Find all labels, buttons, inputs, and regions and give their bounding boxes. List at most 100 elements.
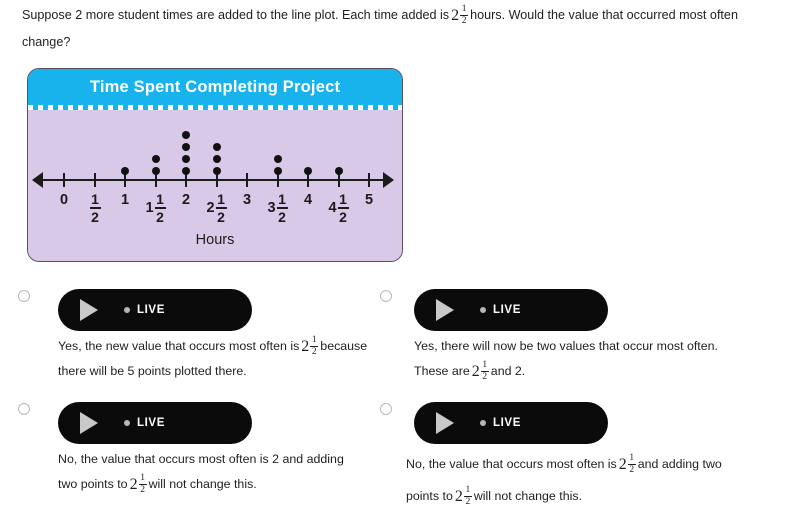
axis-tick-label: 12	[89, 192, 101, 224]
plot-dot	[334, 167, 343, 175]
line-plot-title: Time Spent Completing Project	[89, 77, 341, 96]
axis-arrow-right-icon	[383, 172, 394, 188]
play-icon[interactable]	[80, 299, 98, 321]
live-label: LIVE	[137, 417, 165, 429]
audio-player-option-c[interactable]: LIVE	[58, 402, 252, 444]
fraction-denominator: 2	[311, 347, 317, 358]
plot-dot	[273, 155, 282, 163]
fraction-numerator: 1	[217, 191, 225, 207]
fraction-denominator: 2	[140, 485, 145, 496]
option-d-text-after: will not change this.	[473, 489, 582, 503]
axis-tick	[124, 173, 126, 187]
plot-dot	[151, 167, 160, 175]
fraction-numerator: 1	[339, 191, 347, 207]
fraction: 12	[460, 3, 469, 27]
radio-option-d[interactable]	[380, 403, 392, 415]
fraction: 12	[276, 191, 288, 225]
question-mixed-number: 212	[451, 3, 469, 27]
option-a-text-before: Yes, the new value that occurs most ofte…	[58, 339, 300, 353]
live-dot-icon	[480, 420, 486, 426]
fraction: 12	[154, 191, 166, 225]
mixed-number-whole: 4	[328, 199, 337, 216]
fraction-numerator: 1	[461, 3, 467, 14]
axis-caption: Hours	[195, 232, 235, 248]
mixed-number-whole: 2	[129, 475, 138, 493]
play-icon[interactable]	[436, 299, 454, 321]
mixed-number-whole: 2	[206, 199, 215, 216]
radio-option-a[interactable]	[18, 290, 30, 302]
fraction-denominator: 2	[278, 208, 286, 225]
fraction-denominator: 2	[156, 208, 164, 225]
option-a-text: Yes, the new value that occurs most ofte…	[58, 334, 368, 384]
fraction-denominator: 2	[91, 208, 99, 225]
live-label: LIVE	[137, 304, 165, 316]
plot-dot	[212, 155, 221, 163]
live-indicator: LIVE	[480, 417, 521, 429]
axis-tick-label: 112	[145, 191, 166, 225]
fraction: 12	[138, 473, 147, 496]
axis-tick-label: 312	[267, 191, 288, 225]
axis-line	[40, 179, 388, 181]
axis-tick	[368, 173, 370, 187]
axis-tick-label: 1	[121, 192, 129, 208]
axis-tick	[246, 173, 248, 187]
fraction-denominator: 2	[482, 372, 488, 383]
plot-dot	[304, 167, 312, 175]
axis-tick-label: 3	[243, 192, 251, 208]
line-plot-body: 01211122212331244125 Hours	[28, 110, 402, 261]
audio-player-option-a[interactable]: LIVE	[58, 289, 252, 331]
fraction-numerator: 1	[91, 191, 99, 207]
mixed-number-whole: 2	[471, 362, 480, 380]
mixed-number-whole: 1	[120, 192, 130, 208]
axis-tick	[185, 173, 187, 187]
live-dot-icon	[124, 307, 130, 313]
play-icon[interactable]	[436, 412, 454, 434]
fraction: 12	[480, 359, 489, 383]
audio-player-option-d[interactable]: LIVE	[414, 402, 608, 444]
live-indicator: LIVE	[124, 304, 165, 316]
axis-tick	[215, 173, 218, 187]
play-icon[interactable]	[80, 412, 98, 434]
fraction-denominator: 2	[339, 208, 347, 225]
fraction-denominator: 2	[461, 16, 467, 27]
axis-tick-label: 0	[60, 192, 68, 208]
mixed-number-whole: 4	[303, 192, 313, 208]
fraction-numerator: 1	[278, 191, 286, 207]
question-stem: Suppose 2 more student times are added t…	[22, 2, 778, 56]
live-indicator: LIVE	[124, 417, 165, 429]
radio-option-b[interactable]	[380, 290, 392, 302]
axis-tick-label: 5	[365, 192, 373, 208]
plot-dot	[182, 143, 190, 151]
option-d-text: No, the value that occurs most often is 2…	[406, 448, 756, 512]
live-dot-icon	[480, 307, 486, 313]
fraction: 12	[310, 335, 319, 358]
axis-tick-label: 412	[328, 191, 349, 225]
radio-option-c[interactable]	[18, 403, 30, 415]
fraction: 12	[337, 191, 349, 225]
axis-arrow-left-icon	[32, 172, 43, 188]
option-c-text-after: will not change this.	[148, 477, 257, 491]
plot-dot	[182, 131, 190, 139]
axis-tick	[276, 173, 279, 187]
plot-dot	[151, 155, 160, 163]
live-indicator: LIVE	[480, 304, 521, 316]
fraction-numerator: 1	[629, 452, 635, 463]
option-b-text: Yes, there will now be two values that o…	[414, 334, 732, 384]
audio-player-option-b[interactable]: LIVE	[414, 289, 608, 331]
line-plot-header: Time Spent Completing Project	[28, 69, 402, 105]
plot-dot	[273, 167, 282, 175]
fraction-numerator: 1	[482, 359, 488, 370]
option-b-mixed-number: 212	[471, 359, 489, 383]
mixed-number-whole: 2	[451, 6, 460, 24]
mixed-number-whole: 1	[145, 199, 154, 216]
mixed-number-whole: 2	[301, 337, 310, 355]
plot-dot	[212, 143, 221, 151]
question-text-part1: Suppose 2 more student times are added t…	[22, 8, 450, 22]
fraction-denominator: 2	[217, 208, 225, 225]
question-page: Suppose 2 more student times are added t…	[0, 0, 800, 532]
axis-tick	[93, 173, 96, 187]
axis-tick	[63, 173, 65, 187]
fraction-denominator: 2	[465, 497, 471, 508]
fraction-numerator: 1	[156, 191, 164, 207]
plot-dot	[212, 167, 221, 175]
